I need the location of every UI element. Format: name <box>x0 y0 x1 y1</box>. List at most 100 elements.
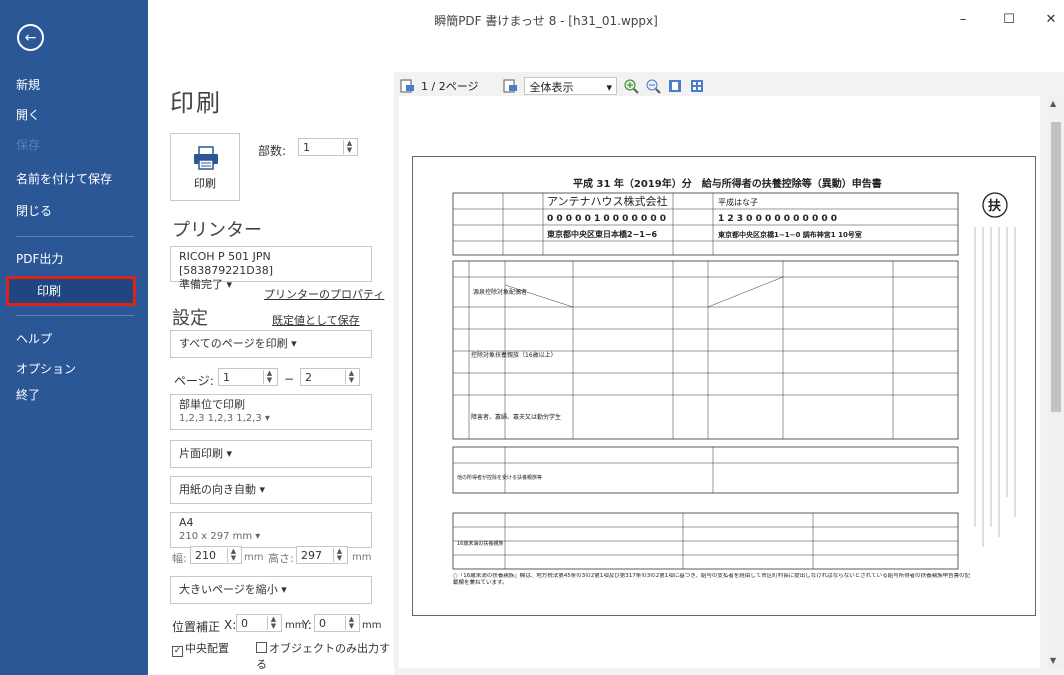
spinner-arrows-icon[interactable]: ▲ ▼ <box>343 140 355 154</box>
minimize-icon[interactable]: – <box>954 12 972 30</box>
offset-y-label: Y: <box>302 618 312 632</box>
form-number1: 0 0 0 0 0 1 0 0 0 0 0 0 0 <box>547 214 666 224</box>
sidebar-item-save-as[interactable]: 名前を付けて保存 <box>0 164 148 194</box>
offset-y-spinner[interactable]: 0 ▲ ▼ <box>314 614 360 632</box>
maximize-icon[interactable]: ☐ <box>1000 12 1018 30</box>
settings-heading: 設定 <box>172 308 208 329</box>
offset-x-spinner[interactable]: 0 ▲ ▼ <box>236 614 282 632</box>
spinner-arrows-icon[interactable]: ▲ ▼ <box>333 548 345 562</box>
form-name: 平成はな子 <box>718 197 758 207</box>
form-company: アンテナハウス株式会社 <box>547 194 668 208</box>
copies-label: 部数: <box>258 144 287 158</box>
print-settings-panel: 印刷 印刷 部数: 1 ▲ ▼ プリンター RICOH P 501 JPN [58… <box>148 40 394 675</box>
save-as-default-link[interactable]: 既定値として保存 <box>272 312 360 328</box>
printer-name: RICOH P 501 JPN [583879221D38] <box>179 250 274 277</box>
duplex-dropdown[interactable]: 片面印刷 ▾ <box>170 440 372 468</box>
print-button[interactable]: 印刷 <box>170 133 240 201</box>
form-section-e: 16歳未満の扶養親族 <box>457 540 503 547</box>
form-footer-note: ○「16歳未満の扶養親族」欄は、地方税法第45条の3の2第1項及び第317条の3… <box>453 573 971 586</box>
sidebar-item-new[interactable]: 新規 <box>0 70 148 100</box>
spinner-arrows-icon[interactable]: ▲ ▼ <box>263 370 275 384</box>
spinner-arrows-icon[interactable]: ▲ ▼ <box>227 548 239 562</box>
offset-label: 位置補正 <box>172 620 221 634</box>
form-stamp: 扶 <box>988 198 1002 214</box>
printer-properties-link[interactable]: プリンターのプロパティ <box>264 286 384 302</box>
form-section-a: 源泉控除対象配偶者 <box>473 288 527 296</box>
printer-heading: プリンター <box>172 220 262 241</box>
sidebar-item-print[interactable]: 印刷 <box>6 276 136 306</box>
scrollbar-thumb[interactable] <box>1051 122 1061 412</box>
page-to-spinner[interactable]: 2 ▲ ▼ <box>300 368 360 386</box>
zoom-dropdown[interactable]: 全体表示 ▾ <box>524 77 618 95</box>
copies-value: 1 <box>303 141 310 154</box>
orientation-dropdown[interactable]: 用紙の向き自動 ▾ <box>170 476 372 504</box>
sidebar-item-help[interactable]: ヘルプ <box>0 324 148 354</box>
spinner-arrows-icon[interactable]: ▲ ▼ <box>267 616 279 630</box>
height-label: 高さ: <box>268 552 294 565</box>
vertical-scrollbar[interactable]: ▲ ▼ <box>1048 96 1064 668</box>
sidebar-divider <box>16 236 134 237</box>
width-spinner[interactable]: 210 ▲ ▼ <box>190 546 242 564</box>
zoom-out-icon[interactable] <box>645 78 661 94</box>
printer-select[interactable]: RICOH P 501 JPN [583879221D38] 準備完了 ▾ <box>170 246 372 291</box>
zoom-value: 全体表示 <box>529 81 574 94</box>
shrink-dropdown[interactable]: 大きいページを縮小 ▾ <box>170 576 372 604</box>
offset-x-label: X: <box>224 618 237 632</box>
sidebar-item-save[interactable]: 保存 <box>0 130 148 160</box>
sidebar-item-pdf-export[interactable]: PDF出力 <box>0 244 148 274</box>
single-page-icon[interactable] <box>667 78 683 94</box>
collate-label: 部単位で印刷 <box>179 398 245 411</box>
copies-spinner[interactable]: 1 ▲ ▼ <box>298 138 358 156</box>
print-button-label: 印刷 <box>194 177 216 190</box>
height-spinner[interactable]: 297 ▲ ▼ <box>296 546 348 564</box>
paper-size-dropdown[interactable]: A4 210 x 297 mm ▾ <box>170 512 372 548</box>
printer-icon <box>194 146 218 170</box>
offset-y-value: 0 <box>319 617 326 630</box>
spinner-arrows-icon[interactable]: ▲ ▼ <box>345 370 357 384</box>
paper-size-name: A4 <box>179 516 194 529</box>
sidebar-item-close[interactable]: 閉じる <box>0 196 148 226</box>
print-range-dropdown[interactable]: すべてのページを印刷 ▾ <box>170 330 372 358</box>
tax-form-graphic: 平成 31 年（2019年）分 給与所得者の扶養控除等（異動）申告書 扶 アンテ… <box>452 177 1016 586</box>
form-title: 平成 31 年（2019年）分 給与所得者の扶養控除等（異動）申告書 <box>573 177 882 190</box>
form-number2: 1 2 3 0 0 0 0 0 0 0 0 0 0 <box>718 214 837 224</box>
sidebar-item-open[interactable]: 開く <box>0 100 148 130</box>
page-to-value: 2 <box>305 371 312 384</box>
page-title: 印刷 <box>170 89 222 117</box>
back-arrow-icon[interactable]: ← <box>17 24 44 51</box>
backstage-sidebar: ← 新規 開く 保存 名前を付けて保存 閉じる PDF出力 印刷 ヘルプ オプシ… <box>0 0 148 675</box>
multi-page-icon[interactable] <box>689 78 705 94</box>
height-unit: mm <box>352 552 372 563</box>
collate-dropdown[interactable]: 部単位で印刷 1,2,3 1,2,3 1,2,3 ▾ <box>170 394 372 430</box>
collate-order: 1,2,3 1,2,3 1,2,3 ▾ <box>179 413 270 424</box>
close-icon[interactable]: ✕ <box>1042 12 1060 30</box>
form-page: 平成 31 年（2019年）分 給与所得者の扶養控除等（異動）申告書 扶 アンテ… <box>412 156 1036 616</box>
form-address2: 東京都中央区京橋1−1−0 調布神宮1 10号室 <box>718 230 862 239</box>
width-value: 210 <box>195 549 216 562</box>
preview-page-area[interactable]: 平成 31 年（2019年）分 給与所得者の扶養控除等（異動）申告書 扶 アンテ… <box>399 96 1040 668</box>
page-setup-icon[interactable] <box>502 78 518 94</box>
zoom-in-icon[interactable] <box>623 78 639 94</box>
width-unit: mm <box>244 552 264 563</box>
page-indicator: 1 / 2ページ <box>421 80 479 93</box>
center-label: 中央配置 <box>185 642 229 655</box>
sidebar-divider <box>16 315 134 316</box>
checkbox-checked-icon: ✓ <box>172 646 183 657</box>
print-preview: 1 / 2ページ 全体表示 ▾ 平成 31 年（2019年）分 給与所得者の扶養… <box>394 72 1064 675</box>
scroll-down-icon[interactable]: ▼ <box>1050 656 1056 665</box>
form-section-d: 他の所得者が控除を受ける扶養親族等 <box>457 474 542 481</box>
page-range-dash: − <box>284 372 295 386</box>
scroll-up-icon[interactable]: ▲ <box>1050 99 1056 108</box>
page-from-spinner[interactable]: 1 ▲ ▼ <box>218 368 278 386</box>
page-from-value: 1 <box>223 371 230 384</box>
window-title: 瞬簡PDF 書けまっせ 8 - [h31_01.wppx] <box>434 14 658 28</box>
spinner-arrows-icon[interactable]: ▲ ▼ <box>345 616 357 630</box>
sidebar-item-exit[interactable]: 終了 <box>0 380 148 410</box>
center-checkbox[interactable]: ✓ 中央配置 <box>172 640 229 657</box>
checkbox-unchecked-icon <box>256 642 267 653</box>
height-value: 297 <box>301 549 322 562</box>
paper-size-dims: 210 x 297 mm ▾ <box>179 531 261 542</box>
preview-toolbar: 1 / 2ページ 全体表示 ▾ <box>399 76 705 96</box>
print-preview-icon[interactable] <box>399 78 415 94</box>
objects-only-checkbox[interactable]: オブジェクトのみ出力する <box>256 640 394 672</box>
